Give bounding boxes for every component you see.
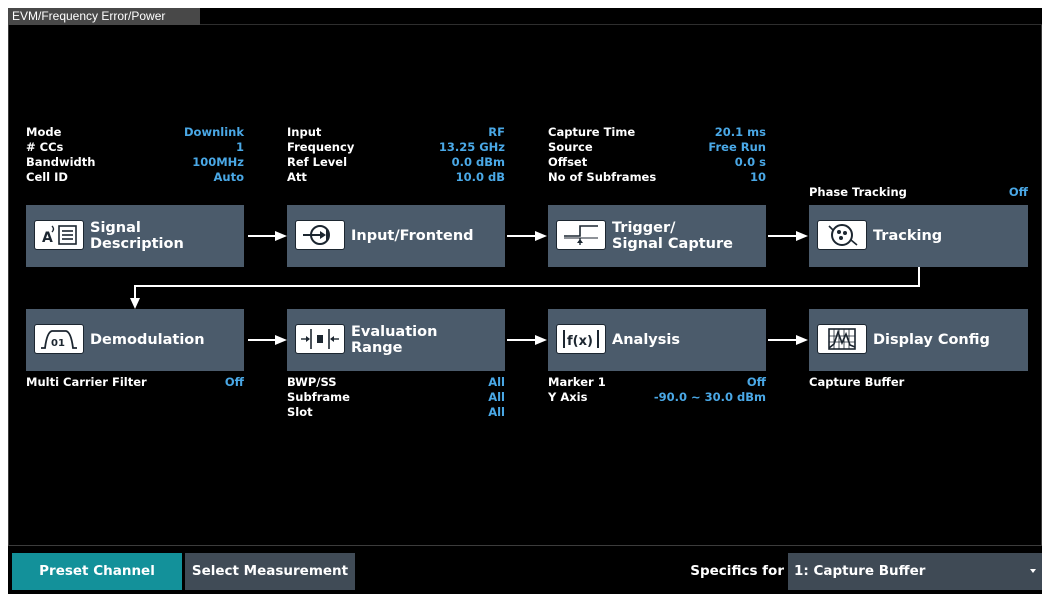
svg-text:A: A bbox=[42, 230, 53, 246]
info-row: Subframe All bbox=[287, 390, 505, 404]
info-row: Att 10.0 dB bbox=[287, 170, 505, 184]
input-arrow-icon bbox=[295, 220, 345, 250]
antenna-list-icon: A bbox=[34, 220, 84, 250]
display-info: Capture Buffer bbox=[809, 375, 1028, 390]
analysis-label: Analysis bbox=[612, 332, 680, 348]
tracking-label: Tracking bbox=[873, 228, 943, 244]
select-measurement-button[interactable]: Select Measurement bbox=[185, 553, 355, 590]
info-row: Slot All bbox=[287, 405, 505, 419]
svg-text:01: 01 bbox=[51, 338, 65, 349]
info-row: Frequency 13.25 GHz bbox=[287, 140, 505, 154]
signal-description-button[interactable]: A Signal Description bbox=[26, 205, 244, 267]
trigger-edge-icon bbox=[556, 220, 606, 250]
svg-text:f(x): f(x) bbox=[567, 334, 593, 349]
trigger-signal-capture-label: Trigger/Signal Capture bbox=[612, 220, 733, 252]
analysis-info: Marker 1 Off Y Axis -90.0 ~ 30.0 dBm bbox=[548, 375, 766, 405]
info-row: Mode Downlink bbox=[26, 125, 244, 139]
evaluation-range-button[interactable]: Evaluation Range bbox=[287, 309, 505, 371]
info-row: Capture Time 20.1 ms bbox=[548, 125, 766, 139]
info-row: Cell ID Auto bbox=[26, 170, 244, 184]
display-chart-icon bbox=[817, 324, 867, 354]
info-row: Source Free Run bbox=[548, 140, 766, 154]
info-row: No of Subframes 10 bbox=[548, 170, 766, 184]
specifics-label: Specifics for bbox=[690, 563, 784, 579]
info-row: Bandwidth 100MHz bbox=[26, 155, 244, 169]
signal-description-label: Signal Description bbox=[90, 220, 184, 252]
flow-connectors bbox=[130, 231, 920, 345]
overview-panel: EVM/Frequency Error/Power Mode Downlink #… bbox=[8, 8, 1042, 594]
signal-info: Mode Downlink # CCs 1 Bandwidth 100MHz Cell… bbox=[26, 125, 244, 185]
demodulation-button[interactable]: 01 Demodulation bbox=[26, 309, 244, 371]
input-info: Input RF Frequency 13.25 GHz Ref Level 0.0 … bbox=[287, 125, 505, 185]
info-row: BWP/SS All bbox=[287, 375, 505, 389]
preset-channel-button[interactable]: Preset Channel bbox=[12, 553, 182, 590]
tracking-info: Phase Tracking Off bbox=[809, 185, 1028, 200]
tracking-target-icon bbox=[817, 220, 867, 250]
evaluation-info: BWP/SS All Subframe All Slot All bbox=[287, 375, 505, 420]
info-row: Y Axis -90.0 ~ 30.0 dBm bbox=[548, 390, 766, 404]
evaluation-range-label: Evaluation Range bbox=[351, 324, 438, 356]
info-row: Input RF bbox=[287, 125, 505, 139]
input-frontend-label: Input/Frontend bbox=[351, 228, 474, 244]
display-config-label: Display Config bbox=[873, 332, 990, 348]
footer-divider bbox=[8, 545, 1042, 546]
info-row: Offset 0.0 s bbox=[548, 155, 766, 169]
analysis-button[interactable]: f(x) Analysis bbox=[548, 309, 766, 371]
demod-bits-icon: 01 bbox=[34, 324, 84, 354]
demodulation-label: Demodulation bbox=[90, 332, 205, 348]
tracking-button[interactable]: Tracking bbox=[809, 205, 1028, 267]
specifics-dropdown[interactable]: 1: Capture Buffer bbox=[788, 553, 1042, 590]
info-row: Phase Tracking Off bbox=[809, 185, 1028, 199]
info-row: Marker 1 Off bbox=[548, 375, 766, 389]
capture-info: Capture Time 20.1 ms Source Free Run Offse… bbox=[548, 125, 766, 185]
info-row: Capture Buffer bbox=[809, 375, 905, 389]
info-row: # CCs 1 bbox=[26, 140, 244, 154]
function-icon: f(x) bbox=[556, 324, 606, 354]
display-config-button[interactable]: Display Config bbox=[809, 309, 1028, 371]
info-row: Ref Level 0.0 dBm bbox=[287, 155, 505, 169]
demodulation-info: Multi Carrier Filter Off bbox=[26, 375, 244, 390]
range-brackets-icon bbox=[295, 324, 345, 354]
chevron-down-icon bbox=[1030, 569, 1036, 573]
arrow-tracking-to-demod bbox=[134, 267, 920, 300]
trigger-signal-capture-button[interactable]: Trigger/Signal Capture bbox=[548, 205, 766, 267]
input-frontend-button[interactable]: Input/Frontend bbox=[287, 205, 505, 267]
info-row: Multi Carrier Filter Off bbox=[26, 375, 244, 389]
specifics-value: 1: Capture Buffer bbox=[794, 563, 926, 579]
